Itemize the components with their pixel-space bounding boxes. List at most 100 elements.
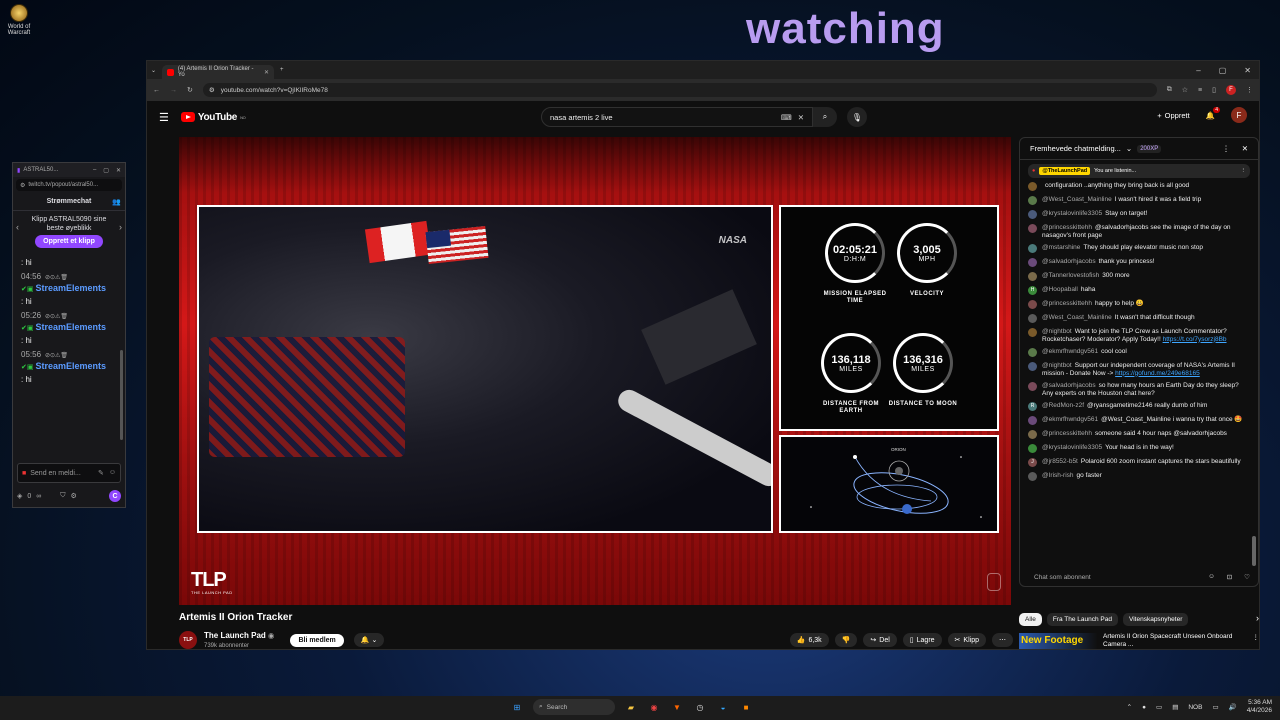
chat-author[interactable]: @princesskittehh: [1042, 224, 1092, 231]
tab-youtube[interactable]: (4) Artemis II Orion Tracker - Yo ✕: [162, 65, 275, 79]
chat-author[interactable]: @ekmrfhwndgv561: [1042, 416, 1098, 423]
twitch-address-bar[interactable]: ⚙ twitch.tv/popout/astral50...: [16, 179, 122, 191]
chat-avatar[interactable]: [1028, 362, 1037, 371]
file-explorer-icon[interactable]: ▰: [624, 700, 638, 714]
hamburger-menu-icon[interactable]: ☰: [159, 111, 169, 124]
install-icon[interactable]: ⧉: [1167, 86, 1172, 94]
chat-author[interactable]: @Irish-rish: [1042, 472, 1074, 479]
like-button[interactable]: 👍 6,3k: [789, 633, 829, 647]
twitch-chat-input[interactable]: ■ Send en meldi... ✎ ☺: [17, 463, 121, 483]
close-tab-icon[interactable]: ✕: [264, 69, 269, 76]
tray-app-icon[interactable]: ▭: [1156, 703, 1162, 711]
clear-search-icon[interactable]: ✕: [798, 113, 804, 122]
close-chat-icon[interactable]: ✕: [1242, 144, 1248, 153]
message-user[interactable]: StreamElements: [35, 361, 106, 371]
clock[interactable]: 5:36 AM 4/4/2026: [1247, 699, 1272, 715]
subscribe-bell-button[interactable]: 🔔 ⌄: [353, 633, 385, 647]
tab-list-icon[interactable]: ⌄: [151, 67, 156, 74]
user-avatar[interactable]: F: [1231, 107, 1247, 123]
maximize-icon[interactable]: ▢: [103, 167, 109, 174]
emoji-icon[interactable]: ☺: [109, 469, 116, 477]
chat-avatar[interactable]: [1028, 224, 1037, 233]
search-input[interactable]: nasa artemis 2 live ⌨ ✕: [541, 107, 813, 127]
chat-author[interactable]: @krystalovinlife3305: [1042, 444, 1102, 451]
chevron-left-icon[interactable]: ‹: [16, 223, 19, 232]
chat-author[interactable]: @jr8552-b5t: [1042, 458, 1078, 465]
reload-icon[interactable]: ↻: [187, 86, 193, 94]
chat-avatar[interactable]: [1028, 430, 1037, 439]
chat-author[interactable]: @princesskittehh: [1042, 430, 1092, 437]
youtube-logo[interactable]: YouTube NO: [180, 112, 246, 123]
maximize-icon[interactable]: ▢: [1219, 66, 1227, 75]
chat-avatar[interactable]: [1028, 272, 1037, 281]
brave-icon[interactable]: ▼: [670, 700, 684, 714]
gear-icon[interactable]: ⚙: [71, 492, 77, 500]
network-icon[interactable]: ▭: [1212, 703, 1218, 711]
users-icon[interactable]: 👥: [112, 198, 121, 206]
super-chat-icon[interactable]: ⊡: [1227, 573, 1232, 581]
chat-avatar[interactable]: [1028, 244, 1037, 253]
taskbar-search[interactable]: ⌕ Search: [533, 699, 615, 715]
chevron-right-icon[interactable]: ›: [119, 223, 122, 232]
edge-icon[interactable]: ◒: [716, 700, 730, 714]
extensions-icon[interactable]: ▯: [1212, 86, 1216, 94]
site-settings-icon[interactable]: ⚙: [209, 86, 215, 94]
forward-icon[interactable]: →: [170, 87, 177, 94]
chat-avatar[interactable]: [1028, 444, 1037, 453]
chat-avatar[interactable]: [1028, 348, 1037, 357]
share-button[interactable]: ↪ Del: [863, 633, 897, 647]
chat-author[interactable]: @princesskittehh: [1042, 300, 1092, 307]
channel-name[interactable]: The Launch Pad: [204, 631, 266, 640]
chrome-icon[interactable]: ◉: [647, 700, 661, 714]
chat-avatar[interactable]: [1028, 382, 1037, 391]
url-bar[interactable]: ⚙ youtube.com/watch?v=QjIKlIRoMe78: [202, 83, 1157, 97]
back-icon[interactable]: ←: [153, 87, 160, 94]
chevron-up-icon[interactable]: ⌃: [1127, 703, 1132, 711]
chat-author[interactable]: @Tannerlovestofish: [1042, 272, 1099, 279]
heart-icon[interactable]: ♡: [1244, 573, 1250, 581]
create-clip-button[interactable]: Opprett et klipp: [35, 235, 103, 248]
join-button[interactable]: Bli medlem: [290, 633, 344, 647]
chat-link[interactable]: https://gofund.me/249e68165: [1115, 370, 1200, 377]
dislike-button[interactable]: 👎: [834, 633, 858, 647]
chip-all[interactable]: Alle: [1019, 613, 1042, 626]
profile-avatar[interactable]: F: [1226, 85, 1236, 95]
volume-icon[interactable]: 🔊: [1229, 703, 1237, 711]
video-player[interactable]: NASA 02:05:21 D:H:M MISSION ELAPSED TIME…: [179, 137, 1011, 605]
pinned-message[interactable]: ● @TheLaunchPad You are listenin... ⋮: [1028, 164, 1250, 178]
scrollbar[interactable]: [120, 350, 123, 440]
chat-author[interactable]: @krystalovinlife3305: [1042, 210, 1102, 217]
tray-app-icon[interactable]: ●: [1142, 704, 1146, 711]
message-user[interactable]: StreamElements: [35, 283, 106, 293]
chat-avatar[interactable]: [1028, 182, 1037, 191]
minimize-icon[interactable]: –: [1196, 66, 1200, 75]
chat-avatar[interactable]: [1028, 328, 1037, 337]
message-user[interactable]: StreamElements: [35, 322, 106, 332]
new-tab-icon[interactable]: +: [280, 67, 284, 73]
more-icon[interactable]: ⋮: [1253, 633, 1260, 649]
loop-icon[interactable]: ∞: [36, 493, 41, 500]
channel-avatar[interactable]: TLP: [179, 631, 197, 649]
clip-button[interactable]: ✂ Klipp: [947, 633, 986, 647]
chat-author[interactable]: @nightbot: [1042, 362, 1072, 369]
create-button[interactable]: + Opprett: [1157, 111, 1189, 120]
save-button[interactable]: ▯ Lagre: [902, 633, 942, 647]
chip-science-news[interactable]: Vitenskapsnyheter: [1123, 613, 1189, 626]
chat-author[interactable]: @mstarshine: [1042, 244, 1080, 251]
chat-author[interactable]: @RedMon-z2f: [1042, 402, 1084, 409]
chat-mode-select[interactable]: Fremhevede chatmelding...: [1030, 144, 1121, 153]
chat-avatar[interactable]: [1028, 196, 1037, 205]
more-icon[interactable]: ⋮: [1222, 144, 1230, 153]
chat-input[interactable]: Chat som abonnent ☺ ⊡ ♡: [1028, 570, 1250, 584]
desktop-icon-wow[interactable]: World of Warcraft: [6, 4, 32, 36]
chevron-down-icon[interactable]: ⌄: [1126, 144, 1132, 153]
emoji-icon[interactable]: ☺: [1208, 573, 1215, 581]
keyboard-icon[interactable]: ⌨: [781, 113, 792, 122]
chat-avatar[interactable]: [1028, 416, 1037, 425]
chat-avatar[interactable]: H: [1028, 286, 1037, 295]
chat-avatar[interactable]: [1028, 472, 1037, 481]
search-button[interactable]: ⌕: [813, 107, 837, 127]
chat-author[interactable]: @nightbot: [1042, 328, 1072, 335]
chat-author[interactable]: @salvadorhjacobs: [1042, 258, 1096, 265]
close-icon[interactable]: ✕: [116, 167, 121, 174]
